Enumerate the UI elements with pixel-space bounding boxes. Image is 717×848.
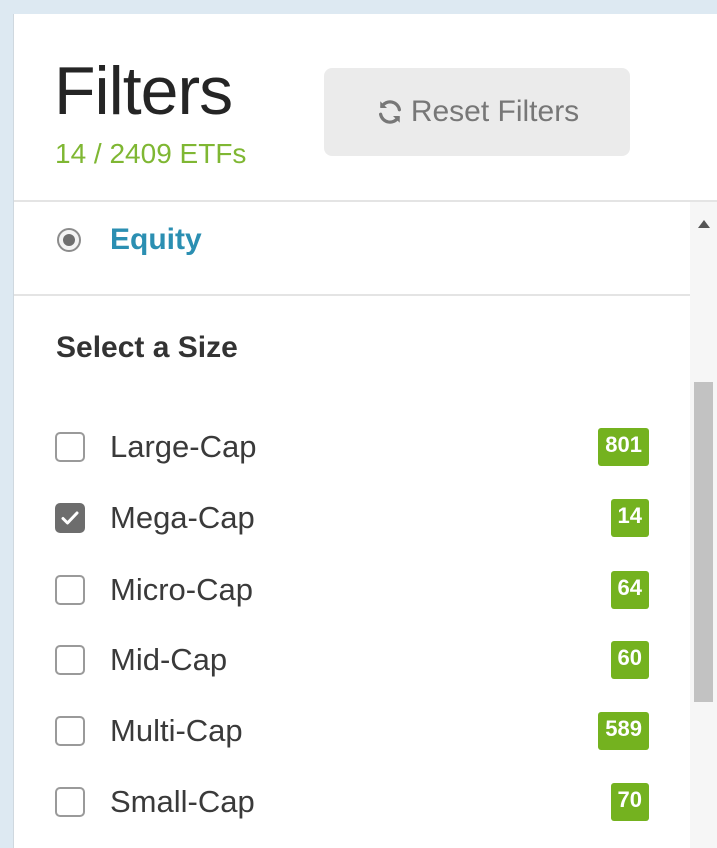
mega-cap-checkbox[interactable]: [55, 503, 85, 533]
filters-panel: Filters 14 / 2409 ETFs Reset Filters Equ…: [14, 14, 717, 848]
size-option-label[interactable]: Mega-Cap: [110, 499, 255, 537]
size-option-small-cap[interactable]: Small-Cap 70: [14, 772, 690, 832]
vertical-scrollbar[interactable]: [690, 202, 717, 848]
size-option-label[interactable]: Small-Cap: [110, 783, 255, 821]
size-option-multi-cap[interactable]: Multi-Cap 589: [14, 701, 690, 761]
size-option-large-cap[interactable]: Large-Cap 801: [14, 417, 690, 477]
equity-radio[interactable]: [57, 228, 81, 252]
micro-cap-checkbox[interactable]: [55, 575, 85, 605]
size-option-label[interactable]: Multi-Cap: [110, 712, 243, 750]
multi-cap-checkbox[interactable]: [55, 716, 85, 746]
large-cap-checkbox[interactable]: [55, 432, 85, 462]
filters-header: Filters 14 / 2409 ETFs Reset Filters: [14, 14, 717, 202]
size-option-mega-cap[interactable]: Mega-Cap 14: [14, 488, 690, 548]
filter-list: Equity Select a Size Large-Cap 801 Mega-…: [14, 202, 690, 848]
count-badge: 801: [598, 428, 649, 466]
equity-label[interactable]: Equity: [110, 222, 202, 258]
size-option-label[interactable]: Mid-Cap: [110, 641, 227, 679]
size-option-label[interactable]: Large-Cap: [110, 428, 256, 466]
refresh-icon: [375, 97, 405, 127]
asset-type-equity[interactable]: Equity: [14, 202, 690, 296]
page-title: Filters: [54, 53, 233, 129]
size-option-label[interactable]: Micro-Cap: [110, 571, 253, 609]
size-option-mid-cap[interactable]: Mid-Cap 60: [14, 630, 690, 690]
count-badge: 589: [598, 712, 649, 750]
size-option-micro-cap[interactable]: Micro-Cap 64: [14, 560, 690, 620]
count-badge: 60: [610, 641, 649, 679]
mid-cap-checkbox[interactable]: [55, 645, 85, 675]
count-badge: 14: [610, 499, 649, 537]
reset-filters-label: Reset Filters: [410, 95, 580, 128]
scroll-up-arrow-icon[interactable]: [698, 220, 710, 228]
small-cap-checkbox[interactable]: [55, 787, 85, 817]
result-count: 14 / 2409 ETFs: [55, 138, 247, 169]
count-badge: 64: [610, 571, 649, 609]
size-heading: Select a Size: [56, 331, 238, 364]
reset-filters-button[interactable]: Reset Filters: [324, 68, 630, 156]
checkmark-icon: [61, 511, 79, 525]
count-badge: 70: [610, 783, 649, 821]
scrollbar-thumb[interactable]: [694, 382, 713, 702]
